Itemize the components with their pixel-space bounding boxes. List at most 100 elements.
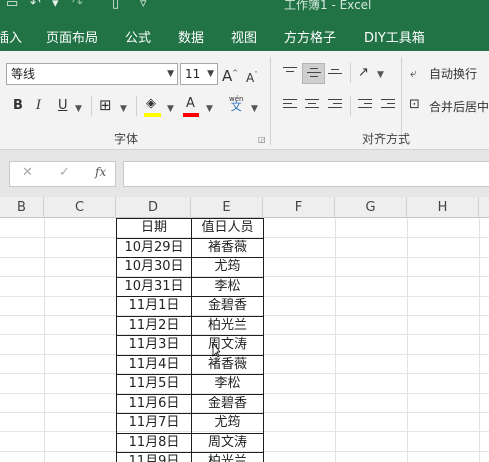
person-cell[interactable]: 金碧香 — [191, 393, 264, 414]
date-cell[interactable]: 11月6日 — [116, 393, 192, 414]
table-row: 11月4日 褚香薇 — [116, 354, 264, 375]
table-row: 11月5日 李松 — [116, 374, 264, 395]
person-cell[interactable]: 周文涛 — [191, 432, 264, 453]
date-cell[interactable]: 10月30日 — [116, 257, 192, 278]
column-header-g[interactable]: G — [335, 197, 407, 218]
orientation-dropdown-icon[interactable]: ▼ — [377, 67, 384, 83]
date-cell[interactable]: 11月3日 — [116, 335, 192, 356]
date-cell[interactable]: 11月5日 — [116, 374, 192, 395]
tab-insert[interactable]: 插入 — [0, 27, 22, 46]
wrap-text-button[interactable]: 自动换行 — [429, 66, 477, 82]
tab-data[interactable]: 数据 — [178, 27, 204, 46]
undo-dropdown-icon[interactable]: ▾ — [52, 0, 59, 10]
decrease-indent-icon[interactable] — [358, 99, 372, 111]
insert-function-button[interactable]: fx — [95, 165, 106, 179]
font-dialog-launcher-icon[interactable]: ◲ — [258, 135, 266, 144]
person-cell[interactable]: 褚香薇 — [191, 237, 264, 258]
person-cell[interactable]: 尤筠 — [191, 257, 264, 278]
font-size-select[interactable]: 11 ▼ — [180, 63, 218, 85]
gridline — [407, 218, 408, 462]
shrink-font-button[interactable]: Aˇ — [246, 67, 258, 86]
tab-diy-toolbox[interactable]: DIY工具箱 — [364, 27, 425, 46]
shrink-font-label: A — [246, 71, 255, 85]
alignment-group-label: 对齐方式 — [362, 132, 411, 146]
date-cell[interactable]: 11月8日 — [116, 432, 192, 453]
borders-icon[interactable]: ⊞ — [99, 97, 112, 113]
text-cursor-icon — [212, 342, 220, 358]
tab-fangfang[interactable]: 方方格子 — [284, 27, 336, 46]
undo-icon[interactable]: ↶ — [30, 0, 41, 10]
person-cell[interactable]: 尤筠 — [191, 413, 264, 434]
date-cell[interactable]: 11月7日 — [116, 413, 192, 434]
grow-font-button[interactable]: A^ — [222, 65, 238, 84]
date-cell[interactable]: 11月2日 — [116, 315, 192, 336]
ribbon-tabs: 插入 页面布局 公式 数据 视图 方方格子 DIY工具箱 — [0, 21, 489, 51]
font-name-value: 等线 — [11, 67, 36, 81]
phonetic-dropdown-icon[interactable]: ▼ — [251, 101, 258, 117]
font-color-dropdown-icon[interactable]: ▼ — [206, 101, 213, 117]
chevron-down-icon: ▼ — [207, 69, 214, 79]
person-cell[interactable]: 李松 — [191, 374, 264, 395]
date-cell[interactable]: 10月29日 — [116, 237, 192, 258]
align-center-icon[interactable] — [305, 99, 319, 111]
tab-view[interactable]: 视图 — [231, 27, 257, 46]
increase-indent-icon[interactable] — [381, 99, 395, 111]
italic-button[interactable]: I — [36, 98, 41, 114]
chevron-down-icon: ▼ — [167, 69, 174, 79]
person-cell[interactable]: 柏光兰 — [191, 452, 264, 462]
cancel-icon[interactable]: ✕ — [22, 165, 33, 180]
date-cell[interactable]: 11月4日 — [116, 354, 192, 375]
header-person[interactable]: 值日人员 — [191, 218, 264, 239]
worksheet-grid[interactable]: 日期 值日人员 10月29日 褚香薇 10月30日 尤筠 10月31日 李松 11月1日 金碧… — [0, 218, 489, 462]
person-cell[interactable]: 周文涛 — [191, 335, 264, 356]
touch-mode-icon[interactable]: ▯ — [112, 0, 119, 10]
table-row: 11月8日 周文涛 — [116, 432, 264, 453]
align-middle-icon — [307, 68, 321, 80]
phonetic-char: 文 — [230, 100, 242, 113]
bold-button[interactable]: B — [13, 98, 23, 114]
align-top-icon[interactable] — [283, 67, 297, 79]
formula-input[interactable] — [123, 161, 489, 187]
align-bottom-icon[interactable] — [328, 69, 342, 81]
person-cell[interactable]: 褚香薇 — [191, 354, 264, 375]
tab-formulas[interactable]: 公式 — [125, 27, 151, 46]
person-cell[interactable]: 金碧香 — [191, 296, 264, 317]
header-date[interactable]: 日期 — [116, 218, 192, 239]
save-icon[interactable]: ▭ — [6, 0, 18, 10]
orientation-icon[interactable]: ↗ — [358, 65, 369, 81]
person-cell[interactable]: 柏光兰 — [191, 315, 264, 336]
column-header-e[interactable]: E — [191, 197, 263, 218]
enter-icon[interactable]: ✓ — [59, 165, 70, 180]
fill-color-dropdown-icon[interactable]: ▼ — [167, 101, 174, 117]
phonetic-button[interactable]: wén 文 — [229, 95, 243, 112]
tab-page-layout[interactable]: 页面布局 — [46, 27, 98, 46]
divider — [91, 96, 92, 116]
divider — [350, 63, 351, 83]
underline-button[interactable]: U — [58, 98, 68, 114]
redo-icon[interactable]: ↷ — [72, 0, 83, 10]
align-right-icon[interactable] — [328, 99, 342, 111]
window-title: 工作簿1 - Excel — [284, 0, 372, 12]
customize-toolbar-icon[interactable]: ▿ — [140, 0, 147, 10]
person-cell[interactable]: 李松 — [191, 276, 264, 297]
column-header-b[interactable]: B — [0, 197, 44, 218]
gridline — [479, 218, 480, 462]
underline-dropdown-icon[interactable]: ▼ — [75, 101, 82, 117]
align-middle-button[interactable] — [302, 63, 325, 84]
date-cell[interactable]: 11月1日 — [116, 296, 192, 317]
date-cell[interactable]: 10月31日 — [116, 276, 192, 297]
column-header-d[interactable]: D — [116, 197, 191, 218]
column-header-h[interactable]: H — [407, 197, 479, 218]
merge-center-icon: ⊡ — [409, 97, 420, 112]
align-left-icon[interactable] — [283, 99, 297, 111]
table-row: 10月30日 尤筠 — [116, 257, 264, 278]
merge-center-button[interactable]: 合并后居中 — [429, 99, 489, 115]
column-header-c[interactable]: C — [44, 197, 116, 218]
font-name-select[interactable]: 等线 ▼ — [6, 63, 178, 85]
font-color-button[interactable]: A — [183, 96, 199, 117]
fill-color-button[interactable]: ◈ — [144, 96, 161, 117]
date-cell[interactable]: 11月9日 — [116, 452, 192, 462]
font-size-value: 11 — [185, 67, 201, 81]
borders-dropdown-icon[interactable]: ▼ — [120, 101, 127, 117]
column-header-f[interactable]: F — [263, 197, 335, 218]
